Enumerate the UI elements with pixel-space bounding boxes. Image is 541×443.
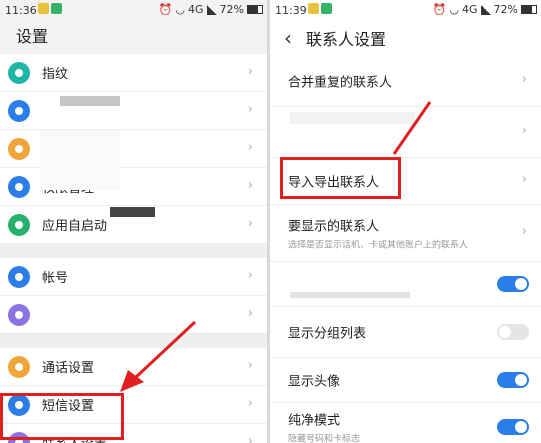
contact-setting-label: 显示头像 bbox=[288, 374, 341, 390]
screenshot-root: 11:36 ⏰ ◡ 4G 72% 设置 指纹›››权限管理›应用自启动›帐号››… bbox=[0, 0, 541, 443]
battery-level bbox=[522, 6, 533, 13]
chevron-right-icon: › bbox=[247, 358, 253, 373]
chevron-right-icon: › bbox=[247, 216, 253, 231]
status-bar: 11:36 ⏰ ◡ 4G 72% bbox=[0, 0, 267, 20]
app-notification-icon bbox=[308, 3, 319, 14]
chevron-right-icon: › bbox=[521, 172, 527, 187]
battery-percent: 72% bbox=[493, 3, 518, 16]
chevron-right-icon: › bbox=[247, 178, 253, 193]
status-right: ⏰ ◡ 4G 72% bbox=[159, 3, 263, 16]
settings-item-label: 通话设置 bbox=[42, 361, 95, 376]
app-notification-icon bbox=[321, 3, 332, 14]
status-app-icons bbox=[308, 3, 332, 14]
redacted-area bbox=[60, 96, 120, 106]
contact-setting-label: 纯净模式 bbox=[288, 413, 341, 429]
settings-item[interactable]: › bbox=[0, 92, 267, 130]
signal-icon bbox=[206, 4, 217, 15]
settings-item[interactable]: 帐号 › bbox=[0, 258, 267, 296]
toggle-knob bbox=[499, 326, 511, 338]
highlight-box-import-export bbox=[280, 157, 401, 199]
redacted-area bbox=[40, 130, 120, 190]
chevron-right-icon: › bbox=[521, 72, 527, 87]
lock-icon bbox=[8, 137, 30, 160]
contact-setting-label: 显示分组列表 bbox=[288, 326, 367, 342]
page-title: 设置 bbox=[16, 27, 49, 46]
network-label: 4G bbox=[462, 3, 478, 16]
chevron-right-icon: › bbox=[247, 268, 253, 283]
settings-screen: 11:36 ⏰ ◡ 4G 72% 设置 指纹›››权限管理›应用自启动›帐号››… bbox=[0, 0, 267, 443]
redacted-area bbox=[290, 292, 410, 298]
person-icon bbox=[8, 265, 30, 288]
status-app-icons bbox=[38, 3, 62, 14]
battery-level bbox=[248, 6, 259, 13]
android-icon bbox=[8, 175, 30, 198]
contact-setting-description: 选择是否显示话机、卡或其他账户上的联系人 bbox=[288, 240, 469, 251]
settings-item-label: 应用自启动 bbox=[42, 219, 108, 234]
toggle-switch-on[interactable] bbox=[497, 372, 529, 388]
chevron-right-icon: › bbox=[247, 396, 253, 411]
page-title: 联系人设置 bbox=[306, 30, 387, 49]
app-notification-icon bbox=[51, 3, 62, 14]
contact-setting-label: 要显示的联系人 bbox=[288, 219, 380, 235]
wifi-icon: ◡ bbox=[175, 3, 186, 16]
battery-percent: 72% bbox=[219, 3, 244, 16]
cloud-icon bbox=[8, 303, 30, 326]
contact-settings-screen: 11:39 ⏰ ◡ 4G 72% ‹ 联系人设置 合并重复的联系人 › › 导入导出联… bbox=[270, 0, 541, 443]
chevron-right-icon: › bbox=[247, 306, 253, 321]
annotation-arrow-icon bbox=[120, 320, 197, 392]
contact-setting-label: 合并重复的联系人 bbox=[288, 75, 393, 91]
contact-setting-item[interactable]: 显示头像 bbox=[270, 358, 541, 403]
toggle-knob bbox=[515, 374, 527, 386]
battery-icon bbox=[247, 5, 263, 14]
app-notification-icon bbox=[38, 3, 49, 14]
check-icon bbox=[8, 213, 30, 236]
settings-item-label: 指纹 bbox=[42, 67, 69, 82]
fingerprint-icon bbox=[8, 61, 30, 84]
shield-icon bbox=[8, 99, 30, 122]
toggle-switch-on[interactable] bbox=[497, 419, 529, 435]
settings-item[interactable]: 指纹 › bbox=[0, 54, 267, 92]
redacted-area bbox=[110, 207, 155, 217]
contact-setting-item[interactable]: 要显示的联系人选择是否显示话机、卡或其他账户上的联系人 › bbox=[270, 205, 541, 262]
title-bar: ‹ 联系人设置 bbox=[270, 20, 541, 56]
settings-item-label: 帐号 bbox=[42, 271, 69, 286]
battery-icon bbox=[521, 5, 537, 14]
chevron-right-icon: › bbox=[521, 123, 527, 138]
chevron-right-icon: › bbox=[247, 140, 253, 155]
highlight-box-contact-settings bbox=[0, 393, 124, 440]
status-time: 11:39 bbox=[275, 4, 307, 17]
back-button[interactable]: ‹ bbox=[274, 26, 302, 50]
chevron-right-icon: › bbox=[247, 434, 253, 443]
contact-setting-item[interactable]: 纯净模式隐藏号码和卡标志 bbox=[270, 403, 541, 443]
chevron-right-icon: › bbox=[247, 64, 253, 79]
contact-setting-item[interactable] bbox=[270, 262, 541, 307]
status-right: ⏰ ◡ 4G 72% bbox=[433, 3, 537, 16]
network-label: 4G bbox=[188, 3, 204, 16]
annotation-arrow-icon bbox=[392, 101, 432, 155]
chevron-right-icon: › bbox=[521, 224, 527, 239]
alarm-icon: ⏰ bbox=[432, 3, 447, 16]
toggle-switch-on[interactable] bbox=[497, 276, 529, 292]
phone-icon bbox=[8, 355, 30, 378]
alarm-icon: ⏰ bbox=[158, 3, 173, 16]
chevron-right-icon: › bbox=[247, 102, 253, 117]
status-time: 11:36 bbox=[5, 4, 37, 17]
status-bar: 11:39 ⏰ ◡ 4G 72% bbox=[270, 0, 541, 20]
signal-icon bbox=[480, 4, 491, 15]
toggle-knob bbox=[515, 421, 527, 433]
contact-setting-description: 隐藏号码和卡标志 bbox=[288, 434, 361, 443]
toggle-switch-off[interactable] bbox=[497, 324, 529, 340]
wifi-icon: ◡ bbox=[449, 3, 460, 16]
toggle-knob bbox=[515, 278, 527, 290]
contact-setting-item[interactable]: 显示分组列表 bbox=[270, 307, 541, 358]
group-separator bbox=[0, 244, 267, 258]
